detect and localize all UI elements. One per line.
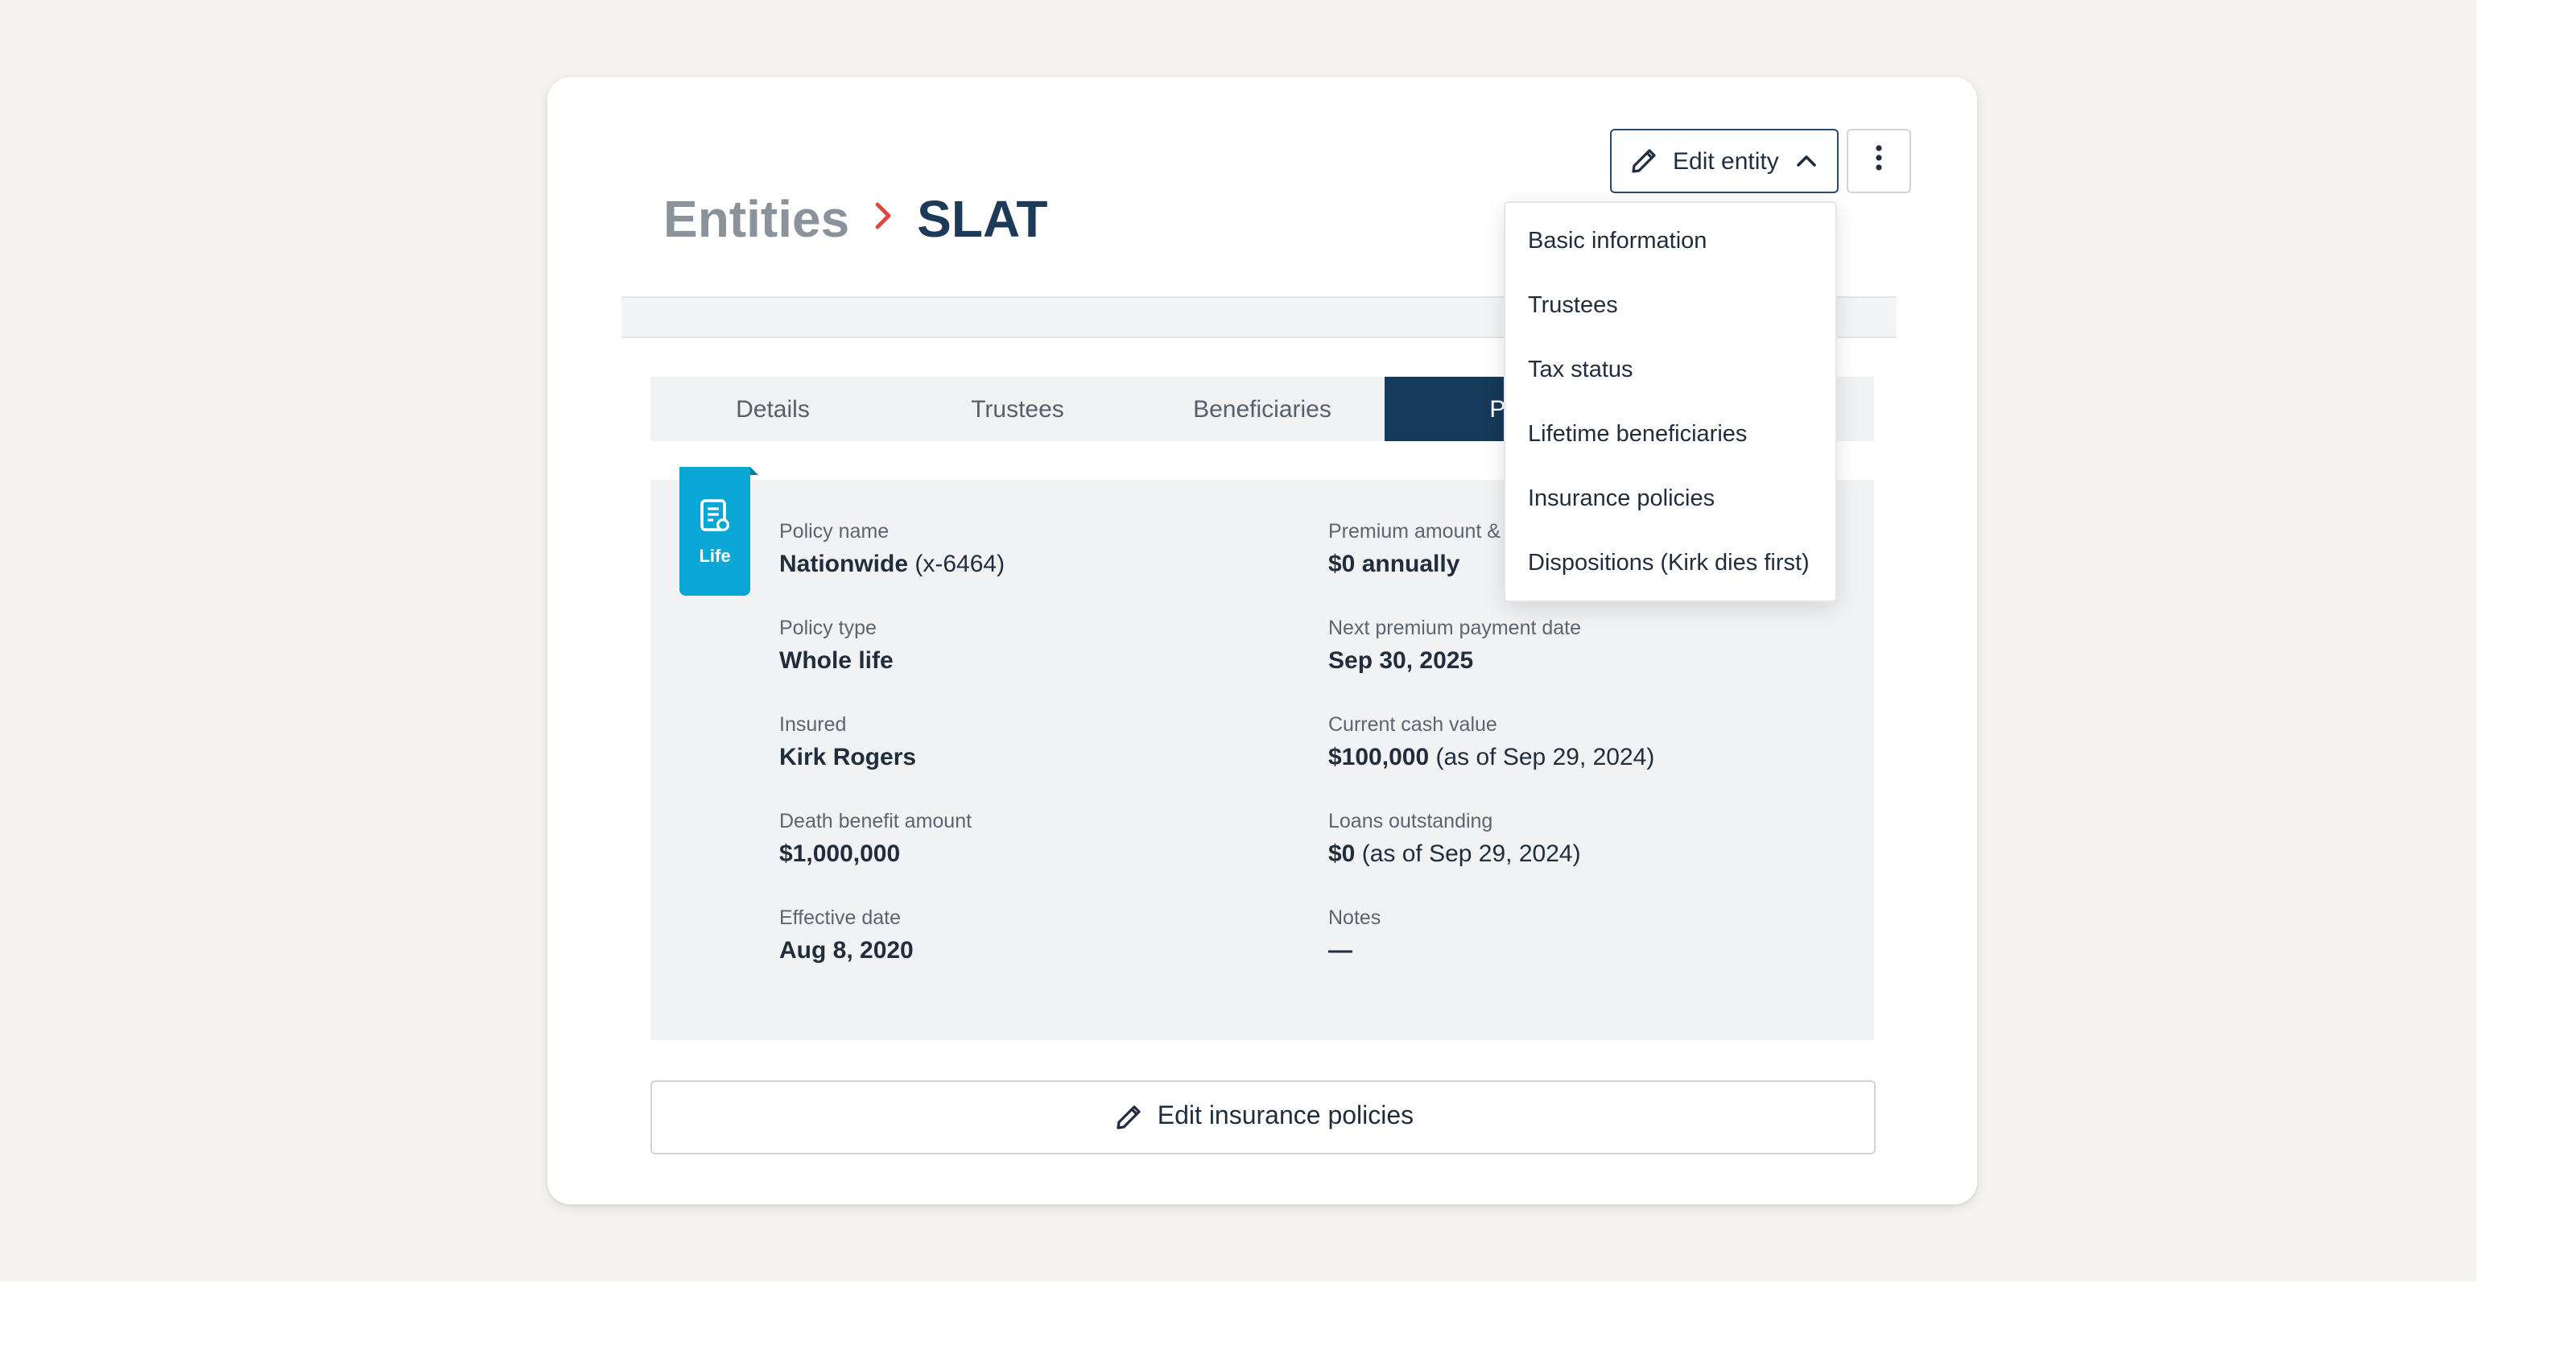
entity-card: Entities SLAT Edit entity Details Truste… bbox=[547, 77, 1977, 1204]
breadcrumb: Entities SLAT bbox=[663, 184, 1048, 254]
field-value: $100,000 (as of Sep 29, 2024) bbox=[1328, 744, 1655, 771]
field-value: Sep 30, 2025 bbox=[1328, 647, 1474, 675]
vertical-ellipsis-icon bbox=[1874, 142, 1884, 180]
field-label: Insured bbox=[779, 713, 847, 736]
field-label: Policy type bbox=[779, 617, 877, 639]
menu-item-basic-information[interactable]: Basic information bbox=[1505, 209, 1835, 274]
field-death-benefit: Death benefit amount $1,000,000 bbox=[779, 808, 972, 873]
field-value: $0 annually bbox=[1328, 551, 1460, 578]
stage: Entities SLAT Edit entity Details Truste… bbox=[0, 0, 2576, 1346]
menu-item-tax-status[interactable]: Tax status bbox=[1505, 338, 1835, 403]
menu-item-trustees[interactable]: Trustees bbox=[1505, 274, 1835, 338]
field-value: — bbox=[1328, 937, 1352, 964]
field-insured: Insured Kirk Rogers bbox=[779, 712, 916, 776]
policy-document-icon bbox=[697, 497, 733, 543]
field-policy-name: Policy name Nationwide (x-6464) bbox=[779, 518, 1005, 583]
tab-details[interactable]: Details bbox=[650, 377, 895, 441]
menu-item-lifetime-beneficiaries[interactable]: Lifetime beneficiaries bbox=[1505, 403, 1835, 467]
field-next-premium-date: Next premium payment date Sep 30, 2025 bbox=[1328, 615, 1581, 679]
field-value: $0 (as of Sep 29, 2024) bbox=[1328, 840, 1581, 868]
field-current-cash-value: Current cash value $100,000 (as of Sep 2… bbox=[1328, 712, 1654, 776]
edit-insurance-policies-button[interactable]: Edit insurance policies bbox=[650, 1080, 1876, 1154]
field-value: $1,000,000 bbox=[779, 840, 901, 868]
field-notes: Notes — bbox=[1328, 905, 1381, 969]
field-label: Death benefit amount bbox=[779, 810, 972, 832]
tab-beneficiaries[interactable]: Beneficiaries bbox=[1140, 377, 1385, 441]
field-value: Kirk Rogers bbox=[779, 744, 917, 771]
field-premium-amount: Premium amount & $0 annually bbox=[1328, 518, 1501, 583]
field-policy-type: Policy type Whole life bbox=[779, 615, 894, 679]
breadcrumb-entities-link[interactable]: Entities bbox=[663, 189, 849, 249]
pencil-icon bbox=[1628, 145, 1660, 177]
pencil-icon bbox=[1113, 1101, 1145, 1133]
field-label: Current cash value bbox=[1328, 713, 1497, 736]
edit-entity-label: Edit entity bbox=[1673, 147, 1779, 175]
field-loans-outstanding: Loans outstanding $0 (as of Sep 29, 2024… bbox=[1328, 808, 1581, 873]
menu-item-insurance-policies[interactable]: Insurance policies bbox=[1505, 467, 1835, 531]
field-value: Whole life bbox=[779, 647, 894, 675]
field-label: Loans outstanding bbox=[1328, 810, 1493, 832]
edit-entity-menu: Basic information Trustees Tax status Li… bbox=[1504, 201, 1837, 602]
life-badge-label: Life bbox=[699, 547, 731, 566]
field-label: Effective date bbox=[779, 906, 902, 929]
field-label: Notes bbox=[1328, 906, 1381, 929]
more-options-button[interactable] bbox=[1847, 129, 1911, 193]
tab-trustees[interactable]: Trustees bbox=[895, 377, 1140, 441]
chevron-up-icon bbox=[1795, 150, 1818, 172]
field-label: Policy name bbox=[779, 520, 890, 543]
page-title: SLAT bbox=[917, 189, 1048, 247]
field-label: Next premium payment date bbox=[1328, 617, 1582, 639]
edit-entity-button[interactable]: Edit entity bbox=[1610, 129, 1839, 193]
edit-insurance-policies-label: Edit insurance policies bbox=[1157, 1103, 1414, 1130]
field-value: Nationwide (x-6464) bbox=[779, 551, 1005, 578]
field-label: Premium amount & bbox=[1328, 520, 1501, 543]
chevron-right-icon bbox=[859, 199, 907, 239]
field-value: Aug 8, 2020 bbox=[779, 937, 914, 964]
menu-item-dispositions[interactable]: Dispositions (Kirk dies first) bbox=[1505, 531, 1835, 596]
field-effective-date: Effective date Aug 8, 2020 bbox=[779, 905, 914, 969]
life-policy-badge: Life bbox=[679, 467, 758, 596]
